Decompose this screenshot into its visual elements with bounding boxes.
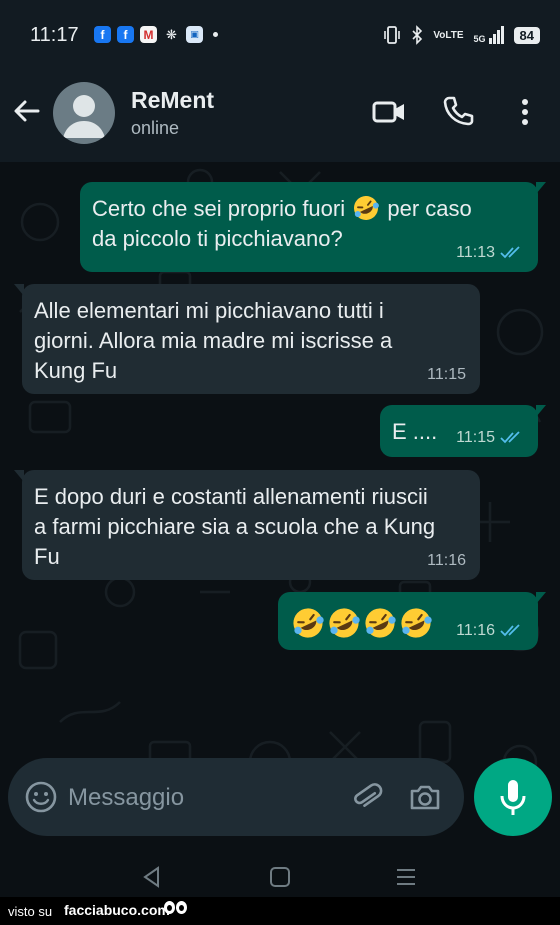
- message-time: 11:13: [456, 244, 495, 261]
- message-text: Alle elementari mi picchiavano tutti i g…: [34, 298, 393, 383]
- more-notifications-dot: [213, 32, 218, 37]
- rolling-laughing-emoji-icon: [365, 608, 396, 638]
- message-text-part: per caso: [387, 196, 472, 221]
- chat-area[interactable]: Certo che sei proprio fuori per caso da …: [0, 162, 560, 842]
- mcdonalds-icon: M: [140, 26, 157, 43]
- bubble-tail: [536, 592, 546, 604]
- status-bar: 11:17 f f M ❋ ▣ VoLTE 5G 84: [0, 0, 560, 70]
- more-options-icon[interactable]: [508, 94, 542, 130]
- double-check-icon: [500, 624, 520, 637]
- message-meta: 11:15: [427, 366, 466, 384]
- message-bubble-incoming[interactable]: E dopo duri e costanti allenamenti riusc…: [14, 470, 480, 580]
- camera-icon[interactable]: [406, 778, 444, 816]
- contact-name[interactable]: ReMent: [131, 87, 214, 114]
- nav-home-icon[interactable]: [268, 865, 292, 889]
- eyes-logo-icon: [164, 901, 187, 914]
- message-meta: 11:16: [456, 622, 524, 640]
- rolling-laughing-emoji-icon: [329, 608, 360, 638]
- status-time: 11:17: [30, 24, 79, 46]
- rolling-laughing-emoji-icon: [293, 608, 324, 638]
- message-bubble-outgoing[interactable]: Certo che sei proprio fuori per caso da …: [80, 182, 546, 272]
- phone-call-icon[interactable]: [440, 94, 476, 130]
- rolling-laughing-emoji-icon: [354, 196, 380, 220]
- video-call-icon[interactable]: [371, 94, 407, 130]
- double-check-icon: [500, 246, 520, 259]
- message-bubble-outgoing[interactable]: 11:16: [278, 592, 546, 650]
- message-bubble-incoming[interactable]: Alle elementari mi picchiavano tutti i g…: [14, 284, 480, 394]
- bubble-tail: [14, 470, 24, 482]
- microphone-icon: [500, 780, 526, 815]
- attachment-icon[interactable]: [348, 778, 386, 816]
- rolling-laughing-emoji-icon: [401, 608, 432, 638]
- message-text-part: da piccolo ti picchiavano?: [92, 226, 343, 251]
- message-bubble-outgoing[interactable]: E .... 11:15: [380, 405, 546, 457]
- calendar-icon: ▣: [186, 26, 203, 43]
- chat-header: ReMent online: [0, 70, 560, 162]
- microphone-button[interactable]: [474, 758, 552, 836]
- message-meta: 11:16: [427, 552, 466, 570]
- avatar[interactable]: [53, 82, 115, 144]
- bluetooth-icon: [412, 25, 423, 45]
- message-meta: 11:15: [456, 429, 524, 447]
- message-meta: 11:13: [456, 244, 524, 262]
- default-avatar-icon: [63, 95, 105, 138]
- contact-status: online: [131, 118, 180, 138]
- message-time: 11:16: [427, 552, 466, 569]
- nav-recents-icon[interactable]: [394, 865, 418, 889]
- system-icons: VoLTE 5G 84: [383, 25, 540, 45]
- emoji-icon[interactable]: [22, 778, 60, 816]
- watermark-bar: visto su facciabuco.com: [0, 897, 560, 925]
- facebook-icon: f: [94, 26, 111, 43]
- notification-icons: f f M ❋ ▣: [94, 26, 218, 43]
- watermark-prefix: visto su: [8, 904, 53, 919]
- message-input[interactable]: Messaggio: [68, 784, 184, 812]
- message-composer[interactable]: Messaggio: [8, 758, 464, 836]
- message-time: 11:16: [456, 622, 495, 639]
- volte-label: VoLTE: [433, 29, 464, 41]
- nav-back-icon[interactable]: [140, 865, 164, 889]
- battery-indicator: 84: [513, 26, 540, 44]
- watermark-site: facciabuco.com: [64, 902, 170, 918]
- message-time: 11:15: [427, 366, 466, 383]
- message-text-part: Certo che sei proprio fuori: [92, 196, 346, 221]
- facebook-icon: f: [117, 26, 134, 43]
- message-time: 11:15: [456, 429, 495, 446]
- bug-icon: ❋: [166, 26, 177, 42]
- vibrate-icon: [384, 26, 401, 44]
- back-arrow-icon[interactable]: [10, 94, 44, 128]
- bubble-tail: [536, 405, 546, 417]
- message-text: E dopo duri e costanti allenamenti riusc…: [34, 484, 436, 569]
- bubble-tail: [14, 284, 24, 296]
- double-check-icon: [500, 431, 520, 444]
- signal-type-label: 5G: [473, 34, 486, 44]
- bubble-tail: [536, 182, 546, 194]
- system-nav-bar: [0, 842, 560, 897]
- 5g-signal-icon: 5G: [474, 26, 504, 44]
